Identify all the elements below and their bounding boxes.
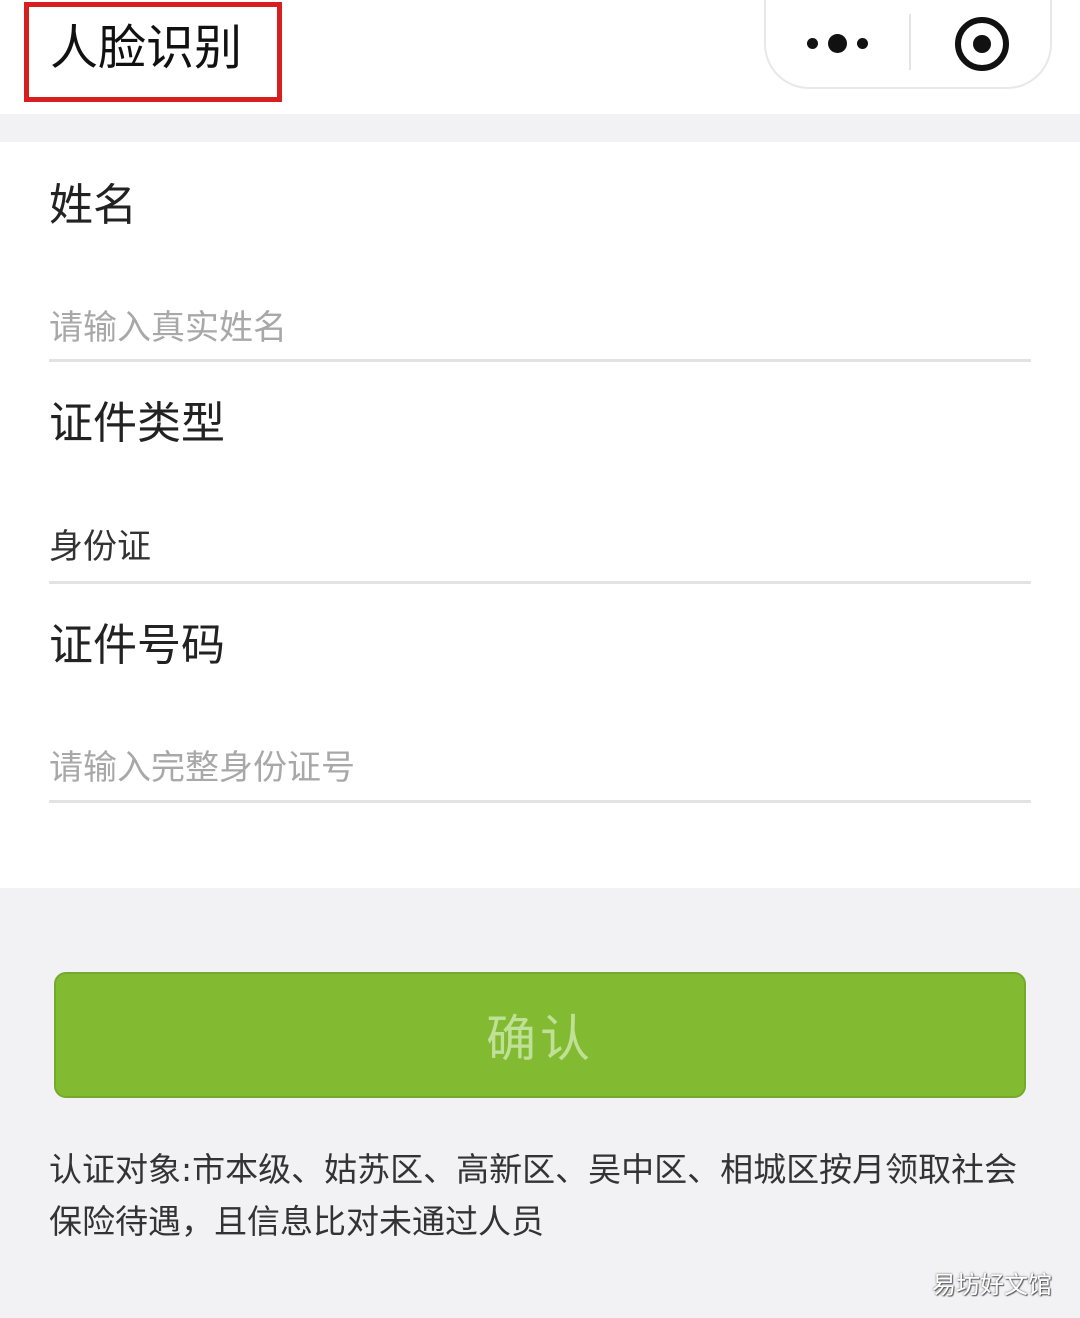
watermark: 易坊好文馆: [932, 1271, 1052, 1299]
name-input[interactable]: [49, 300, 1031, 356]
close-button[interactable]: [911, 0, 1052, 87]
more-dots-icon: [807, 34, 868, 53]
id-number-input[interactable]: [49, 740, 1031, 796]
name-underline: [49, 359, 1031, 362]
navigation-bar: 人脸识别: [0, 0, 1080, 114]
id-number-label: 证件号码: [49, 620, 225, 671]
confirm-button[interactable]: 确认: [54, 972, 1026, 1098]
id-type-select[interactable]: 身份证: [49, 519, 151, 575]
name-label: 姓名: [49, 180, 137, 231]
page-title: 人脸识别: [50, 20, 243, 76]
more-button[interactable]: [766, 0, 909, 87]
id-type-underline: [49, 581, 1031, 584]
certification-notice: 认证对象:市本级、姑苏区、高新区、吴中区、相城区按月领取社会保险待遇，且信息比对…: [49, 1150, 1018, 1241]
target-close-icon: [954, 16, 1009, 71]
identity-form: 姓名 证件类型 身份证 证件号码: [0, 142, 1080, 888]
mini-program-capsule: [764, 0, 1052, 89]
id-number-underline: [49, 800, 1031, 803]
id-type-label: 证件类型: [49, 398, 225, 449]
